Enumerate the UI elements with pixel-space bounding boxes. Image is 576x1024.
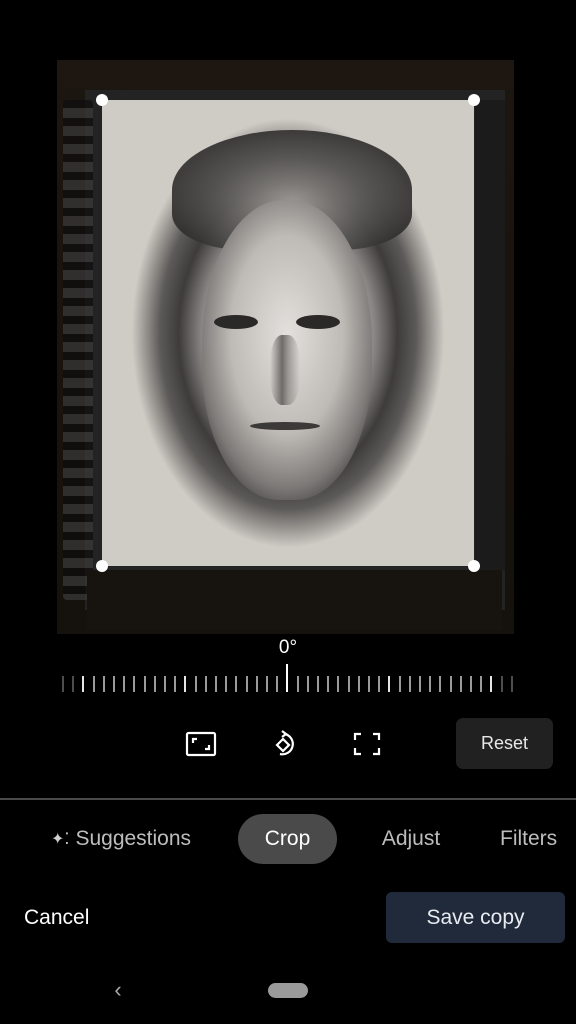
dial-tick [327,676,330,692]
tab-crop-label: Crop [264,827,311,850]
dial-tick [398,676,401,692]
free-crop-icon [353,732,381,756]
rotation-angle-label: 0° [278,637,298,658]
dial-tick [347,676,350,692]
dial-tick [255,676,258,692]
dial-tick [174,676,177,692]
dial-tick [419,676,421,692]
dial-tick [378,676,381,692]
photo-page-edge [475,100,505,570]
save-copy-button[interactable]: Save copy [386,892,565,943]
cancel-button[interactable]: Cancel [24,900,89,936]
tab-filters[interactable]: Filters [500,814,576,864]
crop-handle-bottom-left[interactable] [96,560,108,572]
crop-handle-top-right[interactable] [468,94,480,106]
tab-crop[interactable]: Crop [238,814,337,864]
dial-tick [296,676,299,692]
rotate-icon [275,730,294,756]
tab-suggestions-label: Suggestions [75,827,192,850]
nav-back-button[interactable]: ‹ [108,976,128,1004]
dial-tick [490,676,493,692]
sketch-left-eye [214,315,258,329]
dial-tick [276,676,279,692]
dial-tick [204,676,207,692]
dial-tick [62,676,64,692]
dial-tick [194,676,197,692]
dial-tick [184,676,187,692]
dial-tick [143,676,146,692]
crop-region[interactable] [102,100,474,566]
dial-tick [225,676,228,692]
dial-tick [459,676,462,692]
dial-tick [357,676,360,692]
tab-adjust[interactable]: Adjust [368,814,454,864]
dial-tick [133,676,136,692]
dial-tick [500,676,503,692]
dial-tick [480,676,483,692]
rotation-dial[interactable] [62,664,514,696]
crop-handle-top-left[interactable] [96,94,108,106]
dial-tick [113,676,115,692]
reset-button[interactable]: Reset [456,718,553,769]
dial-tick [439,676,442,692]
photo-notebook-spiral [63,100,93,600]
panel-divider [0,798,576,800]
dial-tick [245,676,248,692]
dial-center-tick [286,664,289,692]
dial-tick [317,676,319,692]
dial-tick [368,676,370,692]
photo-dimmed-area [87,570,502,630]
dial-tick [337,676,340,692]
aspect-ratio-icon [185,731,217,757]
dial-tick [215,676,217,692]
dial-tick [153,676,156,692]
sketch-right-eye [296,315,340,329]
dial-tick [92,676,95,692]
dial-tick [72,676,75,692]
rotate-button[interactable] [266,726,302,762]
dial-tick [235,676,238,692]
sketch-mouth [250,422,320,430]
dial-tick [510,676,513,692]
dial-tick [429,676,432,692]
dial-tick [102,676,105,692]
tab-adjust-label: Adjust [381,827,441,850]
sketch-nose [270,335,300,405]
tab-suggestions[interactable]: ✦⁚ Suggestions [38,814,204,864]
tab-filters-label: Filters [500,827,558,850]
dial-tick [123,676,126,692]
dial-tick [408,676,411,692]
dial-tick [470,676,472,692]
free-crop-button[interactable] [349,726,385,762]
dial-tick [266,676,268,692]
crop-handle-bottom-right[interactable] [468,560,480,572]
back-chevron-icon: ‹ [114,977,122,1002]
dial-tick [164,676,166,692]
dial-tick [306,676,309,692]
dial-tick [449,676,452,692]
dial-tick [82,676,85,692]
dial-tick [388,676,391,692]
sparkle-icon: ✦⁚ [50,831,70,848]
nav-home-pill[interactable] [268,983,308,998]
aspect-ratio-button[interactable] [183,726,219,762]
editor-tabs: ✦⁚ Suggestions Crop Adjust Filters [0,814,576,866]
